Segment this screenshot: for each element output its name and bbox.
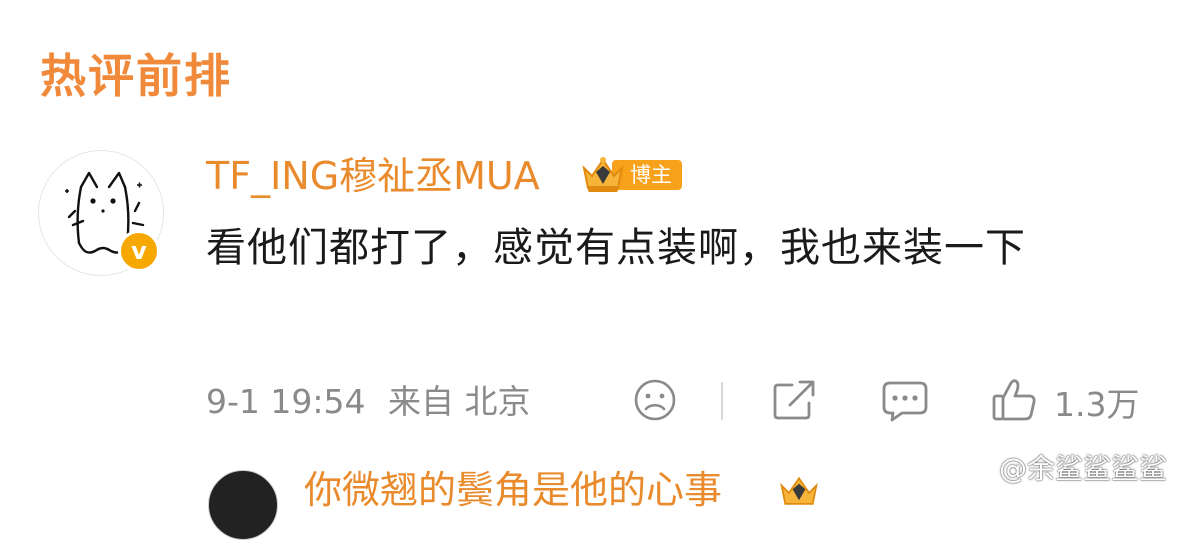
watermark: @余鲨鲨鲨鲨 <box>953 446 1167 487</box>
reply-button[interactable] <box>880 374 930 430</box>
comment-meta: 9-1 19:54 来自 北京 <box>206 374 531 430</box>
comment-location: 来自 北京 <box>388 382 531 421</box>
crown-icon <box>580 154 626 196</box>
like-button[interactable]: 1.3万 <box>990 374 1139 430</box>
blogger-badge: 博主 <box>580 154 682 196</box>
sad-face-icon <box>632 377 678 427</box>
reply-avatar[interactable] <box>208 470 278 540</box>
dislike-button[interactable] <box>632 374 678 430</box>
share-button[interactable] <box>770 374 818 430</box>
share-icon <box>770 377 818 427</box>
comment-username[interactable]: TF_ING穆祉丞MUA <box>206 148 540 204</box>
comment-timestamp: 9-1 19:54 <box>206 382 366 421</box>
thumbs-up-icon <box>990 377 1038 427</box>
reply-crown-icon <box>778 472 820 512</box>
watermark-text: @余鲨鲨鲨鲨 <box>999 451 1168 485</box>
like-count: 1.3万 <box>1054 385 1140 424</box>
reply-username[interactable]: 你微翘的鬓角是他的心事 <box>304 462 722 518</box>
verified-badge: v <box>118 230 160 272</box>
comment-text: 看他们都打了，感觉有点装啊，我也来装一下 <box>206 225 1026 271</box>
weibo-logo-icon <box>953 446 999 487</box>
section-title: 热评前排 <box>40 49 232 103</box>
action-divider <box>721 382 723 420</box>
comment-icon <box>880 377 930 427</box>
